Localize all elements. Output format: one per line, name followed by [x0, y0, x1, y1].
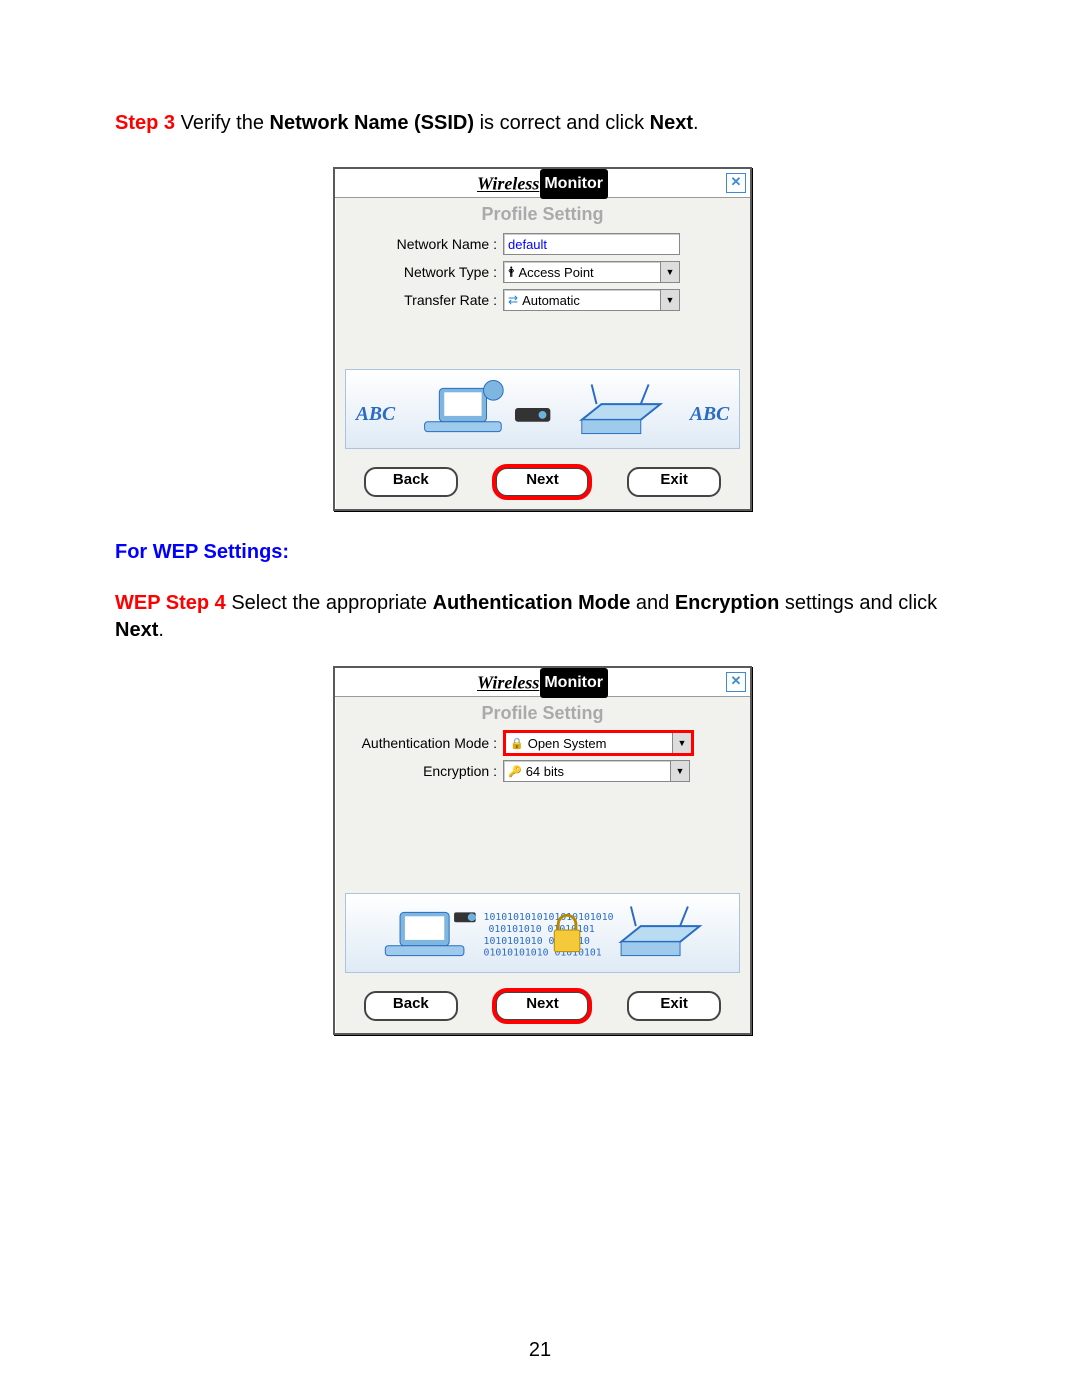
chevron-down-icon[interactable]: ▼ — [660, 290, 679, 310]
step3-prefix: Step 3 — [115, 112, 175, 134]
exit-button[interactable]: Exit — [627, 991, 721, 1021]
profile-setting-heading: Profile Setting — [335, 697, 750, 730]
encryption-label: Encryption : — [347, 763, 503, 779]
key-icon: 🔑 — [508, 765, 522, 778]
next-button[interactable]: Next — [495, 991, 589, 1021]
svg-text:ABC: ABC — [354, 403, 396, 425]
transfer-rate-label: Transfer Rate : — [347, 292, 503, 308]
auth-mode-select[interactable]: 🔒Open System ▼ — [503, 730, 694, 756]
exit-button[interactable]: Exit — [627, 467, 721, 497]
wireless-monitor-dialog-2: WirelessMonitor ✕ Profile Setting Authen… — [333, 666, 752, 1035]
page-number: 21 — [0, 1339, 1080, 1362]
lock-icon: 🔒 — [510, 737, 524, 750]
access-point-icon: 🛉 — [508, 263, 515, 282]
titlebar: WirelessMonitor ✕ — [335, 668, 750, 697]
close-icon[interactable]: ✕ — [726, 672, 746, 692]
connection-graphic: ABC ABC — [345, 369, 740, 449]
network-type-select[interactable]: 🛉Access Point ▼ — [503, 261, 680, 283]
auth-mode-label: Authentication Mode : — [347, 735, 503, 751]
network-type-label: Network Type : — [347, 264, 503, 280]
chevron-down-icon[interactable]: ▼ — [670, 761, 689, 781]
back-button[interactable]: Back — [364, 467, 458, 497]
chevron-down-icon[interactable]: ▼ — [660, 262, 679, 282]
title-monitor: Monitor — [540, 169, 608, 199]
title-wireless: Wireless — [477, 673, 539, 693]
encryption-select[interactable]: 🔑64 bits ▼ — [503, 760, 690, 782]
encryption-graphic: 1010101010101010101010 010101010 0101010… — [345, 893, 740, 973]
automatic-icon: ⇄ — [508, 293, 518, 307]
network-name-label: Network Name : — [347, 236, 503, 252]
profile-setting-heading: Profile Setting — [335, 198, 750, 231]
step3-text: Step 3 Verify the Network Name (SSID) is… — [115, 110, 970, 137]
step4-prefix: WEP Step 4 — [115, 592, 226, 614]
svg-text:ABC: ABC — [688, 403, 730, 425]
step4-text: WEP Step 4 Select the appropriate Authen… — [115, 590, 970, 644]
wireless-monitor-dialog-1: WirelessMonitor ✕ Profile Setting Networ… — [333, 167, 752, 511]
svg-text:01010101010 01010101: 01010101010 01010101 — [484, 948, 602, 959]
title-wireless: Wireless — [477, 174, 539, 194]
chevron-down-icon[interactable]: ▼ — [672, 733, 691, 753]
titlebar: WirelessMonitor ✕ — [335, 169, 750, 198]
network-name-input[interactable] — [503, 233, 680, 255]
transfer-rate-select[interactable]: ⇄Automatic ▼ — [503, 289, 680, 311]
title-monitor: Monitor — [540, 668, 608, 698]
svg-text:1010101010101010101010: 1010101010101010101010 — [484, 912, 614, 923]
next-button[interactable]: Next — [495, 467, 589, 497]
wep-settings-heading: For WEP Settings: — [115, 541, 289, 563]
close-icon[interactable]: ✕ — [726, 173, 746, 193]
back-button[interactable]: Back — [364, 991, 458, 1021]
